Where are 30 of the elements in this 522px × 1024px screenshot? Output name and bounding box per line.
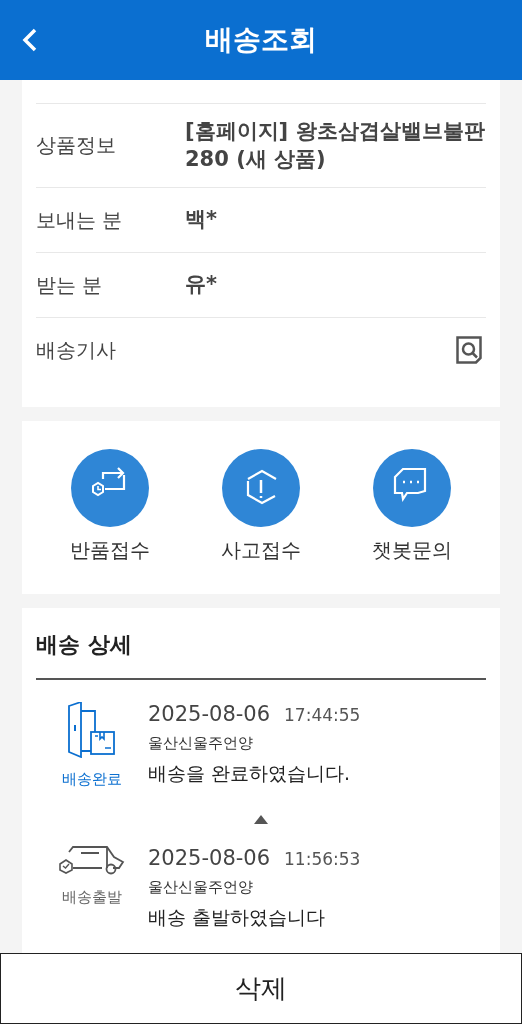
event-location: 울산신울주언양 [148,878,254,897]
field-value: 백* [185,206,218,234]
up-triangle-icon [254,815,268,824]
field-value: [홈페이지] 왕초삼겹살밸브불판280 (새 상품) [185,118,486,173]
return-icon [70,449,149,527]
delete-button[interactable]: 삭제 [0,953,522,1024]
event-time: 11:56:53 [284,849,361,869]
chat-icon [373,449,452,527]
search-icon[interactable] [456,336,482,364]
event-message: 배송 출발하였습니다 [148,905,327,930]
door-box-icon [67,702,117,758]
field-label: 받는 분 [36,271,104,299]
action-button[interactable]: 반품접수 [44,449,175,564]
field-value: 유* [185,271,218,299]
event-date: 2025-08-06 [148,702,271,726]
action-button[interactable]: 챗봇문의 [347,449,478,564]
status-label: 배송출발 [62,888,122,907]
action-button[interactable]: 사고접수 [196,449,326,564]
section-title: 배송 상세 [36,630,486,680]
event-time: 17:44:55 [284,705,361,725]
event-location: 울산신울주언양 [148,734,254,753]
field-label: 보내는 분 [36,206,124,234]
status-label: 배송완료 [62,770,122,789]
truck-icon [59,846,125,876]
warning-icon [222,449,300,527]
field-label: 상품정보 [36,132,117,159]
page-title: 배송조회 [205,22,317,58]
field-label: 배송기사 [36,336,117,364]
event-message: 배송을 완료하였습니다. [148,761,352,786]
event-date: 2025-08-06 [148,846,271,870]
